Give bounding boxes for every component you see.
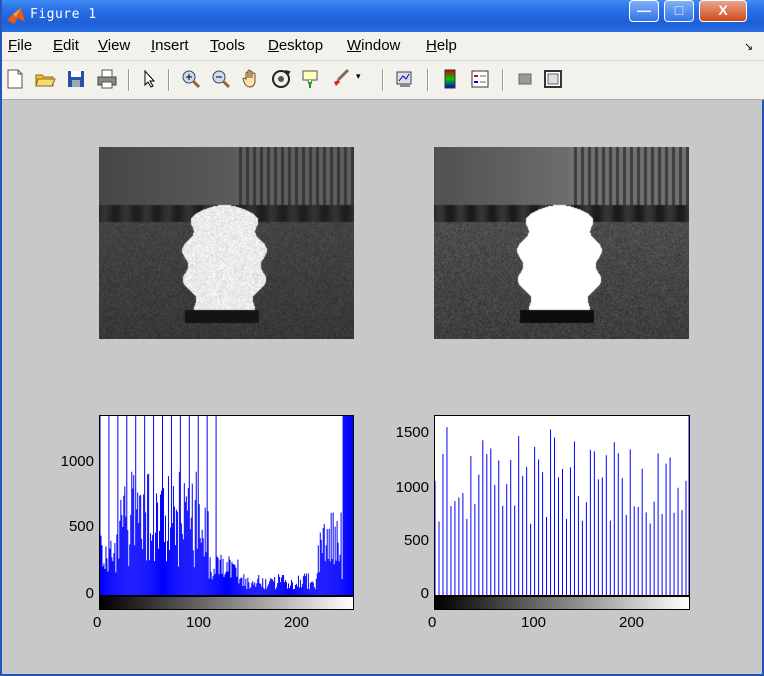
histogram-equalized-bars [435, 416, 689, 595]
toolbar-separator [128, 69, 130, 91]
histogram-original-ytick-500: 500 [68, 518, 94, 535]
histogram-equalized-colorbar [434, 596, 690, 610]
data-cursor-icon[interactable] [300, 68, 322, 90]
toolbar-separator [168, 69, 170, 91]
toolbar-separator [382, 69, 384, 91]
zoom-in-icon[interactable] [180, 68, 202, 90]
histogram-original-ytick-0: 0 [85, 585, 94, 602]
toolbar: ▾ [2, 61, 764, 100]
histogram-original-xtick-0: 0 [93, 614, 102, 631]
histogram-original-axes [99, 415, 354, 596]
rotate-3d-icon[interactable] [270, 68, 292, 90]
histogram-equalized-ytick-1000: 1000 [395, 479, 429, 496]
original-fire-image [99, 147, 354, 339]
legend-icon[interactable] [469, 68, 491, 90]
menu-insert[interactable]: Insert [151, 37, 189, 54]
menu-view[interactable]: View [98, 37, 130, 54]
minimize-icon: — [637, 2, 651, 18]
histogram-original-bars [100, 416, 353, 595]
menu-window[interactable]: Window [347, 37, 400, 54]
menu-edit[interactable]: Edit [53, 37, 79, 54]
histogram-equalized-xtick-200: 200 [619, 614, 645, 631]
menu-dock-arrow-icon[interactable]: ↘ [744, 40, 753, 53]
colorbar-icon[interactable] [439, 68, 461, 90]
minimize-button[interactable]: — [629, 0, 659, 22]
new-figure-icon[interactable] [4, 68, 26, 90]
maximize-button[interactable]: □ [664, 0, 694, 22]
histogram-equalized-ytick-0: 0 [420, 585, 429, 602]
title-bar[interactable]: Figure 1 — □ X [2, 0, 764, 32]
figure-window: Figure 1 — □ X File Edit View Insert Too… [0, 0, 764, 676]
menu-help[interactable]: Help [426, 37, 457, 54]
matlab-icon [7, 8, 25, 24]
menu-bar: File Edit View Insert Tools Desktop Wind… [2, 32, 764, 61]
save-icon[interactable] [65, 68, 87, 90]
toolbar-separator [427, 69, 429, 91]
link-plot-icon[interactable] [394, 68, 416, 90]
menu-desktop[interactable]: Desktop [268, 37, 323, 54]
print-icon[interactable] [96, 68, 118, 90]
equalized-fire-image [434, 147, 689, 339]
pointer-icon[interactable] [139, 68, 161, 90]
histogram-original-xtick-100: 100 [186, 614, 212, 631]
maximize-icon: □ [674, 2, 684, 18]
window-title: Figure 1 [30, 7, 97, 22]
histogram-original-colorbar [99, 596, 354, 610]
show-plot-tools-icon[interactable] [542, 68, 564, 90]
hide-plot-tools-icon[interactable] [514, 68, 536, 90]
brush-dropdown-icon[interactable]: ▾ [356, 71, 366, 93]
menu-file[interactable]: File [8, 37, 32, 54]
open-file-icon[interactable] [34, 68, 56, 90]
close-button[interactable]: X [699, 0, 747, 22]
toolbar-separator [502, 69, 504, 91]
brush-icon[interactable] [330, 68, 352, 90]
histogram-equalized-xtick-0: 0 [428, 614, 437, 631]
histogram-equalized-ytick-500: 500 [403, 532, 429, 549]
histogram-equalized-xtick-100: 100 [521, 614, 547, 631]
close-icon: X [718, 2, 728, 18]
pan-hand-icon[interactable] [240, 68, 262, 90]
zoom-out-icon[interactable] [210, 68, 232, 90]
histogram-original-ytick-1000: 1000 [60, 453, 94, 470]
histogram-equalized-axes [434, 415, 690, 596]
menu-tools[interactable]: Tools [210, 37, 245, 54]
histogram-original-xtick-200: 200 [284, 614, 310, 631]
histogram-equalized-ytick-1500: 1500 [395, 424, 429, 441]
